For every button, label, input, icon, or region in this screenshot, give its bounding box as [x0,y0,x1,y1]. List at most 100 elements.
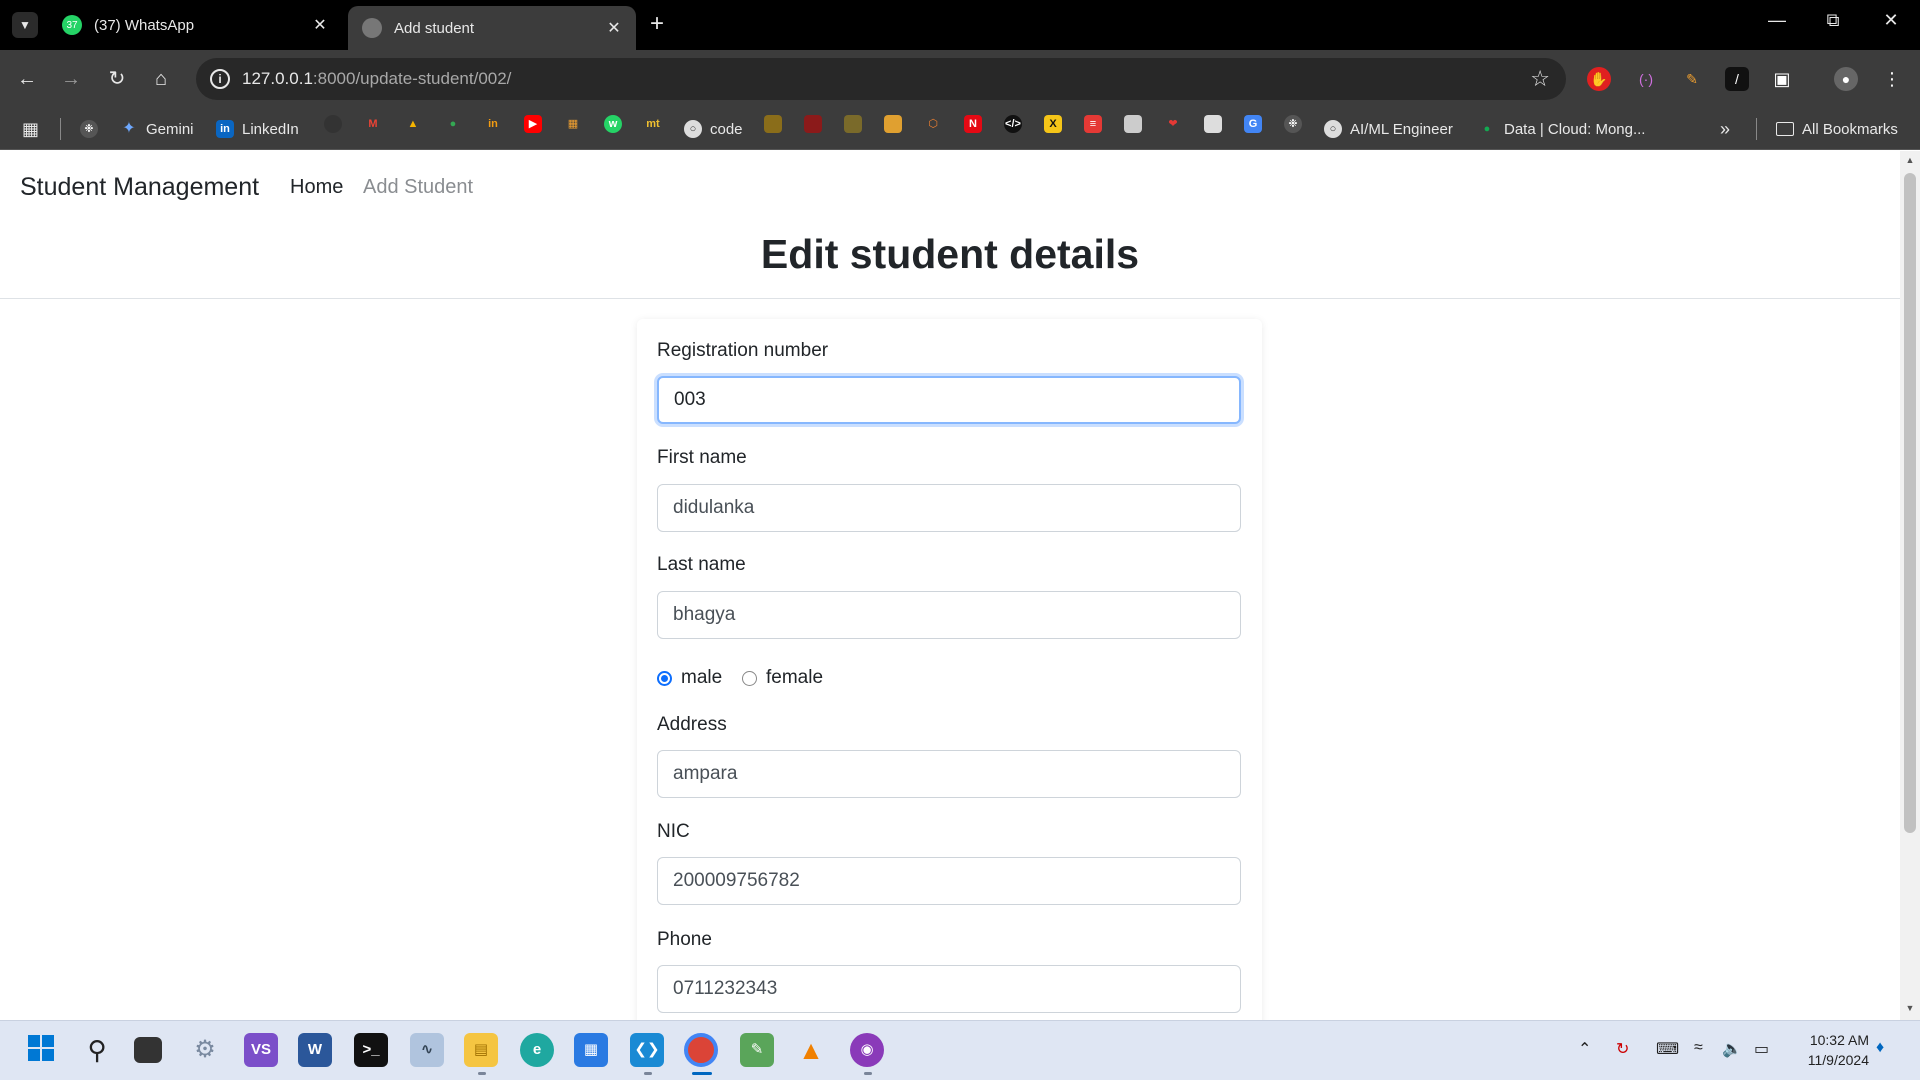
settings-app-icon[interactable]: ⚙ [188,1033,222,1067]
extensions-puzzle-icon[interactable]: ▣ [1770,67,1794,91]
close-icon[interactable]: ✕ [312,15,328,35]
bookmark-in-icon[interactable]: in [484,115,502,133]
navbar-brand[interactable]: Student Management [20,173,259,202]
back-icon[interactable]: ← [14,66,40,92]
whatsapp-bookmark-icon[interactable]: w [604,115,622,133]
box-icon[interactable]: ⬡ [924,115,942,133]
forward-icon[interactable]: → [58,66,84,92]
heart-icon[interactable]: ❤ [1164,115,1182,133]
keyboard-icon[interactable]: ⌨ [1656,1039,1679,1059]
x-yellow-icon[interactable]: X [1044,115,1062,133]
emblem-icon-1[interactable] [764,115,782,133]
bookmark-code[interactable]: ○ code [684,118,743,140]
github-desktop-icon[interactable]: ◉ [850,1033,884,1067]
scroll-down-arrow-icon[interactable]: ▼ [1900,1003,1920,1013]
mt-icon[interactable]: mt [644,115,662,133]
file-explorer-icon[interactable]: ▤ [464,1033,498,1067]
windows-start-icon[interactable] [24,1033,58,1067]
nic-label: NIC [657,821,690,842]
bookmark-gemini[interactable]: ✦ Gemini [120,118,193,140]
bus-icon[interactable] [884,115,902,133]
extension-pen-icon[interactable]: ✎ [1680,67,1704,91]
tab-whatsapp[interactable]: 37 (37) WhatsApp ✕ [48,6,342,44]
last-name-input[interactable] [657,591,1241,639]
github-icon[interactable] [324,115,342,133]
restore-icon[interactable]: ⧉ [1818,10,1848,31]
site-info-icon[interactable]: i [210,69,230,89]
photos-app-icon[interactable]: ∿ [410,1033,444,1067]
scrollbar-thumb[interactable] [1904,173,1916,833]
registration-number-input[interactable] [657,376,1241,424]
bookmark-aiml[interactable]: ○ AI/ML Engineer [1324,118,1453,140]
google-drive-icon[interactable]: ▲ [404,115,422,133]
netflix-icon[interactable]: N [964,115,982,133]
image-app-icon[interactable] [1124,115,1142,133]
extension-slash-icon[interactable]: / [1725,67,1749,91]
nav-add-student-link[interactable]: Add Student [363,176,473,199]
chrome-icon[interactable] [684,1033,718,1067]
sync-icon[interactable]: ↻ [1616,1039,1629,1059]
red-app-icon[interactable]: ≡ [1084,115,1102,133]
new-tab-button[interactable]: + [650,12,664,36]
home-icon[interactable]: ⌂ [148,66,174,92]
radio-unchecked-icon[interactable] [742,670,757,686]
emblem-icon-2[interactable] [804,115,822,133]
phone-input[interactable] [657,965,1241,1013]
page-scrollbar[interactable]: ▲ ▼ [1900,151,1920,1020]
visual-studio-icon[interactable]: VS [244,1033,278,1067]
profile-avatar[interactable]: ● [1834,67,1858,91]
radio-checked-icon[interactable] [657,670,672,686]
edge-icon[interactable]: e [520,1033,554,1067]
google-maps-icon[interactable]: ● [444,115,462,133]
image-editor-icon[interactable]: ✎ [740,1033,774,1067]
address-input[interactable] [657,750,1241,798]
first-name-input[interactable] [657,484,1241,532]
extension-red-icon[interactable]: ✋ [1587,67,1611,91]
bookmark-star-icon[interactable]: ☆ [1530,66,1550,92]
notification-bell-icon[interactable]: ♦ [1876,1039,1884,1057]
gender-male-radio[interactable]: male [657,667,722,689]
apps-grid-icon[interactable]: ▦ [22,118,39,140]
bookmark-linkedin[interactable]: in LinkedIn [216,118,299,140]
shield-app-icon[interactable] [1204,115,1222,133]
tab-search-button[interactable]: ▼ [12,12,38,38]
word-icon[interactable]: W [298,1033,332,1067]
minimize-icon[interactable]: — [1762,10,1792,31]
close-icon[interactable]: ✕ [606,18,622,38]
search-icon[interactable]: ⚲ [80,1033,114,1067]
terminal-icon[interactable]: >_ [354,1033,388,1067]
gender-female-radio[interactable]: female [742,667,823,689]
bookmark-mongo[interactable]: ● Data | Cloud: Mong... [1478,118,1646,140]
vlc-icon[interactable]: ▲ [794,1033,828,1067]
registration-label: Registration number [657,340,829,361]
wifi-icon[interactable]: ≈ [1694,1039,1703,1057]
more-bookmarks-icon[interactable]: » [1720,118,1730,140]
all-bookmarks[interactable]: All Bookmarks [1776,118,1898,140]
nav-home-link[interactable]: Home [290,176,343,199]
page-viewport: Student Management Home Add Student Edit… [0,151,1900,1020]
address-bar[interactable]: i 127.0.0.1:8000/update-student/002/ ☆ [196,58,1566,100]
scroll-up-arrow-icon[interactable]: ▲ [1900,155,1920,165]
extension-purple-icon[interactable]: (·) [1634,67,1658,91]
code-tag-icon[interactable]: </> [1004,115,1022,133]
grid-app-icon[interactable]: ▦ [564,115,582,133]
gmail-icon[interactable]: M [364,115,382,133]
battery-icon[interactable]: ▭ [1754,1039,1769,1059]
reload-icon[interactable]: ↻ [104,66,130,92]
task-view-icon[interactable] [134,1037,162,1063]
menu-dots-icon[interactable]: ⋮ [1880,67,1904,91]
chevron-up-icon[interactable]: ⌃ [1578,1039,1591,1059]
gemini-icon: ✦ [122,120,136,137]
bookmark-chatgpt[interactable]: ❉ [80,118,106,140]
volume-icon[interactable]: 🔈 [1722,1039,1742,1059]
taskbar-clock[interactable]: 10:32 AM 11/9/2024 [1795,1030,1869,1070]
tab-add-student[interactable]: Add student ✕ [348,6,636,50]
emblem-icon-3[interactable] [844,115,862,133]
translate-icon[interactable]: G [1244,115,1262,133]
vscode-icon[interactable]: ❮❯ [630,1033,664,1067]
openai-icon[interactable]: ❉ [1284,115,1302,133]
microsoft-store-icon[interactable]: ▦ [574,1033,608,1067]
window-close-icon[interactable]: ✕ [1876,10,1906,31]
youtube-icon[interactable]: ▶ [524,115,542,133]
nic-input[interactable] [657,857,1241,905]
